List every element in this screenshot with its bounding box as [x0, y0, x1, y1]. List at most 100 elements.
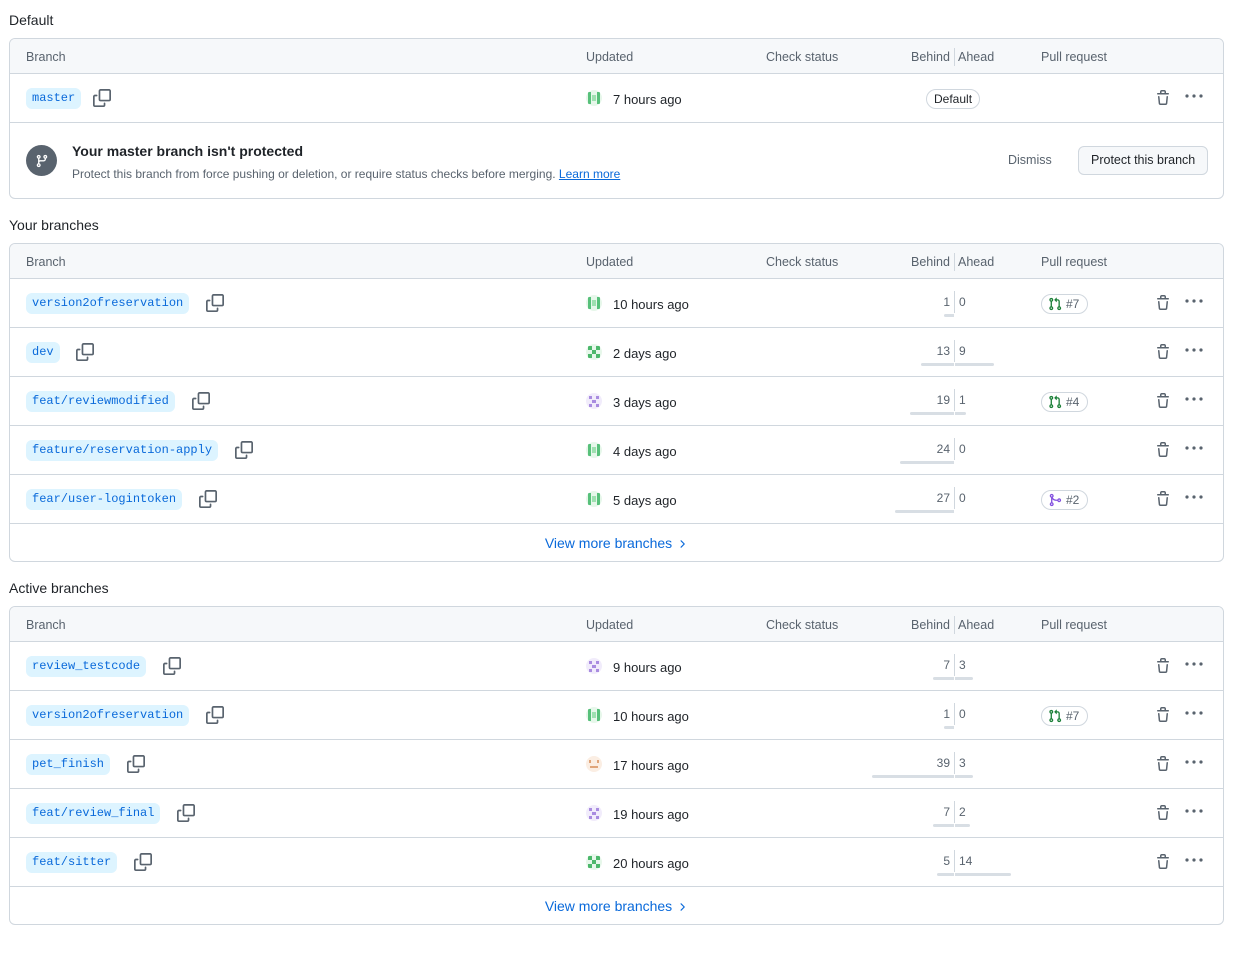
- ahead-count: 9: [955, 340, 1039, 366]
- behind-number: 27: [936, 491, 950, 505]
- ahead-number: 9: [959, 344, 966, 358]
- view-more-branches-link[interactable]: View more branches: [10, 898, 1223, 914]
- kebab-menu-icon[interactable]: [1184, 293, 1204, 309]
- trash-icon[interactable]: [1155, 90, 1171, 106]
- ahead-bar: [955, 363, 994, 366]
- your-branches-table: Branch Updated Check status Behind Ahead Pull…: [9, 243, 1224, 562]
- avatar: [586, 442, 602, 458]
- header-divider: [954, 253, 955, 271]
- kebab-menu-icon[interactable]: [1184, 342, 1204, 358]
- copy-icon[interactable]: [134, 853, 152, 871]
- kebab-menu-icon[interactable]: [1184, 754, 1204, 770]
- behind-count: 13: [870, 340, 954, 366]
- header-ahead: Ahead: [958, 255, 995, 269]
- table-row: feat/reviewmodified 3 days ago 19 1 #4: [10, 377, 1223, 426]
- pull-request-badge[interactable]: #2: [1041, 490, 1089, 510]
- branch-name-link[interactable]: review_testcode: [26, 656, 147, 677]
- trash-icon[interactable]: [1155, 393, 1171, 409]
- copy-icon[interactable]: [192, 392, 210, 410]
- learn-more-link[interactable]: Learn more: [559, 167, 620, 181]
- kebab-menu-icon[interactable]: [1184, 88, 1204, 104]
- kebab-menu-icon[interactable]: [1184, 852, 1204, 868]
- header-behind: Behind: [911, 255, 950, 269]
- view-more-row: View more branches: [10, 887, 1223, 924]
- trash-icon[interactable]: [1155, 805, 1171, 821]
- branch-name-link[interactable]: dev: [26, 342, 60, 363]
- updated-time: 9 hours ago: [613, 660, 682, 675]
- kebab-menu-icon[interactable]: [1184, 440, 1204, 456]
- updated-time: 3 days ago: [613, 395, 677, 410]
- chevron-right-icon: [680, 540, 685, 548]
- section-title: Active branches: [9, 580, 109, 596]
- kebab-menu-icon[interactable]: [1184, 656, 1204, 672]
- header-updated: Updated: [586, 50, 634, 64]
- copy-icon[interactable]: [127, 755, 145, 773]
- avatar: [586, 393, 602, 409]
- active-branches-table: Branch Updated Check status Behind Ahead Pull…: [9, 606, 1224, 925]
- avatar: [586, 344, 602, 360]
- dismiss-button[interactable]: Dismiss: [1008, 153, 1052, 167]
- pull-request-badge[interactable]: #7: [1041, 706, 1089, 726]
- trash-icon[interactable]: [1155, 295, 1171, 311]
- copy-icon[interactable]: [235, 441, 253, 459]
- ahead-count: 0: [955, 291, 1039, 317]
- table-header: Branch Updated Check status Behind Ahead Pull…: [10, 244, 1223, 279]
- pull-request-badge[interactable]: #7: [1041, 294, 1089, 314]
- copy-icon[interactable]: [206, 294, 224, 312]
- branch-name-link[interactable]: version2ofreservation: [26, 293, 190, 314]
- trash-icon[interactable]: [1155, 854, 1171, 870]
- copy-icon[interactable]: [199, 490, 217, 508]
- table-row: fear/user-logintoken 5 days ago 27 0 #2: [10, 475, 1223, 524]
- copy-icon[interactable]: [163, 657, 181, 675]
- ahead-bar: [955, 873, 1011, 876]
- avatar: [586, 805, 602, 821]
- behind-bar: [932, 824, 954, 827]
- branch-name-link[interactable]: feature/reservation-apply: [26, 440, 219, 461]
- branch-name-link[interactable]: fear/user-logintoken: [26, 489, 183, 510]
- ahead-count: 0: [955, 487, 1039, 513]
- protect-branch-button[interactable]: Protect this branch: [1078, 146, 1209, 175]
- header-updated: Updated: [586, 618, 634, 632]
- view-more-branches-link[interactable]: View more branches: [10, 535, 1223, 551]
- trash-icon[interactable]: [1155, 707, 1171, 723]
- copy-icon[interactable]: [206, 706, 224, 724]
- behind-bar: [944, 726, 954, 729]
- ahead-count: 3: [955, 752, 1039, 778]
- kebab-menu-icon[interactable]: [1184, 489, 1204, 505]
- branch-name-link[interactable]: feat/sitter: [26, 852, 118, 873]
- header-divider: [954, 616, 955, 634]
- branch-name-link[interactable]: feat/review_final: [26, 803, 161, 824]
- header-pull-request: Pull request: [1041, 255, 1108, 269]
- trash-icon[interactable]: [1155, 756, 1171, 772]
- behind-number: 24: [936, 442, 950, 456]
- copy-icon[interactable]: [93, 89, 111, 107]
- branch-name-link[interactable]: pet_finish: [26, 754, 111, 775]
- kebab-menu-icon[interactable]: [1184, 391, 1204, 407]
- updated-time: 4 days ago: [613, 444, 677, 459]
- branch-name-link[interactable]: master: [26, 88, 82, 109]
- default-branch-table: Branch Updated Check status Behind Ahead…: [9, 38, 1224, 199]
- section-title: Your branches: [9, 217, 99, 233]
- behind-bar: [871, 775, 954, 778]
- trash-icon[interactable]: [1155, 442, 1171, 458]
- copy-icon[interactable]: [177, 804, 195, 822]
- trash-icon[interactable]: [1155, 344, 1171, 360]
- behind-bar: [936, 873, 954, 876]
- section-title: Default: [9, 12, 54, 28]
- kebab-menu-icon[interactable]: [1184, 803, 1204, 819]
- pull-request-badge[interactable]: #4: [1041, 392, 1089, 412]
- avatar: [586, 658, 602, 674]
- updated-time: 20 hours ago: [613, 856, 689, 871]
- branch-name-link[interactable]: version2ofreservation: [26, 705, 190, 726]
- updated-time: 2 days ago: [613, 346, 677, 361]
- trash-icon[interactable]: [1155, 491, 1171, 507]
- git-branch-icon: [26, 145, 57, 176]
- kebab-menu-icon[interactable]: [1184, 705, 1204, 721]
- trash-icon[interactable]: [1155, 658, 1171, 674]
- header-updated: Updated: [586, 255, 634, 269]
- header-ahead: Ahead: [958, 50, 995, 64]
- branch-name-link[interactable]: feat/reviewmodified: [26, 391, 175, 412]
- pull-request-number: #7: [1066, 297, 1080, 311]
- ahead-number: 0: [959, 491, 966, 505]
- copy-icon[interactable]: [76, 343, 94, 361]
